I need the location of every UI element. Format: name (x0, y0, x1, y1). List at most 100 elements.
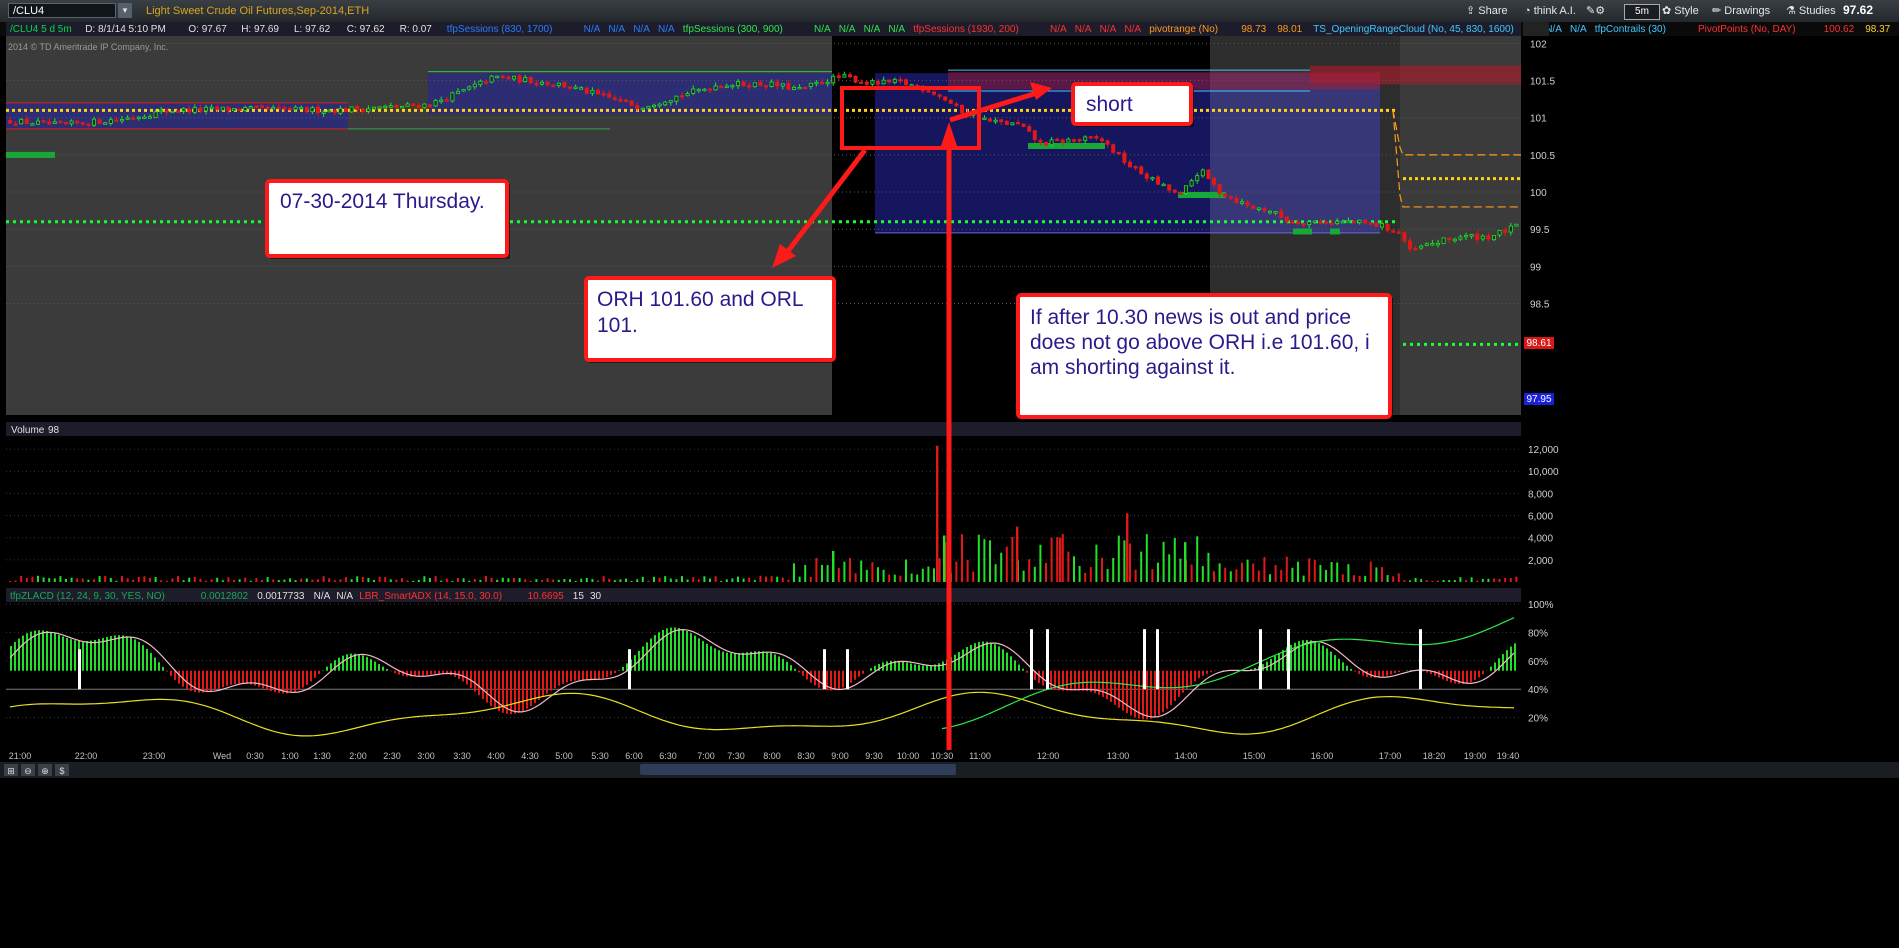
histogram-bar (702, 641, 704, 671)
histogram-bar (1378, 670, 1380, 678)
candle-body (181, 107, 186, 112)
time-tick-label: 7:00 (697, 751, 715, 761)
candle-body (517, 75, 522, 83)
candle-body (1251, 205, 1256, 209)
chart-canvas[interactable]: /CLU4 5 d 5m D: 8/1/14 5:10 PM O: 97.67 H: … (0, 22, 1899, 948)
volume-bar (1073, 556, 1075, 582)
histogram-bar (574, 670, 576, 681)
candle-body (724, 85, 729, 88)
histogram-bar (18, 638, 20, 671)
volume-bar (440, 580, 443, 582)
candle-body (534, 82, 539, 86)
aggregation-selector[interactable]: 5m (1624, 4, 1660, 20)
share-button[interactable]: ⇪ Share (1466, 3, 1508, 19)
candle-body (1139, 166, 1144, 174)
volume-bar (216, 577, 219, 582)
histogram-bar (1110, 670, 1112, 702)
candle-body (752, 82, 757, 88)
candle-body (203, 106, 208, 112)
histogram-bar (74, 640, 76, 671)
volume-bar (938, 558, 941, 582)
candle-body (792, 86, 797, 90)
histogram-bar (1322, 645, 1324, 671)
candle-body (881, 79, 886, 85)
histogram-bar (1126, 670, 1128, 714)
volume-bar (328, 578, 331, 582)
scroll-thumb[interactable] (640, 764, 956, 775)
volume-spike (1126, 513, 1129, 582)
volume-bar (233, 579, 235, 582)
symbol-input[interactable]: /CLU4 (8, 3, 116, 18)
volume-bar (451, 580, 454, 582)
indicator-header-item: 30 (590, 591, 602, 602)
volume-bar (1241, 562, 1243, 582)
histogram-bar (906, 662, 908, 671)
instrument-description: Light Sweet Crude Oil Futures,Sep-2014,E… (146, 5, 370, 17)
volume-bar (115, 580, 118, 582)
candle-body (573, 86, 578, 90)
histogram-bar (558, 670, 560, 686)
volume-bar (350, 579, 353, 582)
drawings-button[interactable]: ✏ Drawings (1712, 3, 1770, 19)
histogram-bar (594, 670, 596, 680)
candle-body (1357, 219, 1362, 224)
header-item: tfpSessions (1930, 200) (913, 24, 1019, 35)
candle-body (612, 97, 617, 100)
indicator-header-item: LBR_SmartADX (14, 15.0, 30.0) (359, 591, 502, 602)
think-ai-button[interactable]: ◔ think A.I. (1524, 3, 1576, 19)
histogram-bar (578, 670, 580, 681)
histogram-bar (726, 652, 728, 671)
candle-body (764, 85, 769, 88)
histogram-bar (850, 670, 852, 683)
candle-body (1049, 139, 1054, 146)
histogram-bar (510, 670, 512, 715)
wrench-icon: ✎⚙ (1586, 5, 1606, 17)
volume-bar (1487, 578, 1490, 582)
volume-bar (1319, 564, 1322, 582)
candle-body (153, 111, 158, 118)
contrail-block (6, 151, 55, 158)
volume-bar (1397, 573, 1400, 582)
histogram-bar (870, 668, 872, 671)
volume-spike (1184, 542, 1187, 582)
histogram-bar (566, 670, 568, 683)
histogram-bar (842, 670, 844, 688)
volume-bar (781, 577, 784, 582)
volume-bar (518, 578, 521, 582)
candle-body (377, 106, 382, 109)
volume-bar (1235, 569, 1238, 582)
candle-body (551, 84, 556, 87)
candle-body (287, 107, 292, 111)
histogram-bar (310, 670, 312, 682)
candle-body (366, 108, 371, 112)
histogram-bar (202, 670, 204, 693)
contrail-block (1293, 228, 1312, 235)
time-tick-label: 2:30 (383, 751, 401, 761)
volume-bar (1045, 562, 1047, 582)
volume-bar (42, 577, 45, 582)
candle-body (1094, 136, 1099, 139)
volume-bar (933, 568, 935, 582)
settings-button[interactable]: ✎⚙ (1586, 3, 1605, 19)
histogram-bar (1066, 670, 1068, 691)
style-button[interactable]: ✿ Style (1662, 3, 1699, 19)
volume-bar (1285, 556, 1288, 582)
candle-body (584, 87, 589, 94)
volume-bar (37, 575, 39, 582)
histogram-bar (62, 636, 64, 671)
symbol-dropdown-icon[interactable]: ▼ (118, 3, 132, 18)
candle-body (618, 99, 623, 102)
candle-body (47, 121, 52, 125)
studies-button[interactable]: ⚗ Studies (1786, 3, 1836, 19)
candle-body (568, 86, 573, 89)
time-tick-label: 13:00 (1107, 751, 1130, 761)
histogram-bar (242, 670, 244, 684)
candle-body (349, 106, 354, 113)
volume-bar (137, 576, 140, 582)
candle-body (114, 119, 119, 122)
think-label: think A.I. (1533, 5, 1576, 17)
histogram-bar (982, 641, 984, 671)
price-tick-label: 102 (1530, 39, 1547, 50)
candle-body (1128, 161, 1133, 168)
volume-bar (720, 580, 723, 582)
